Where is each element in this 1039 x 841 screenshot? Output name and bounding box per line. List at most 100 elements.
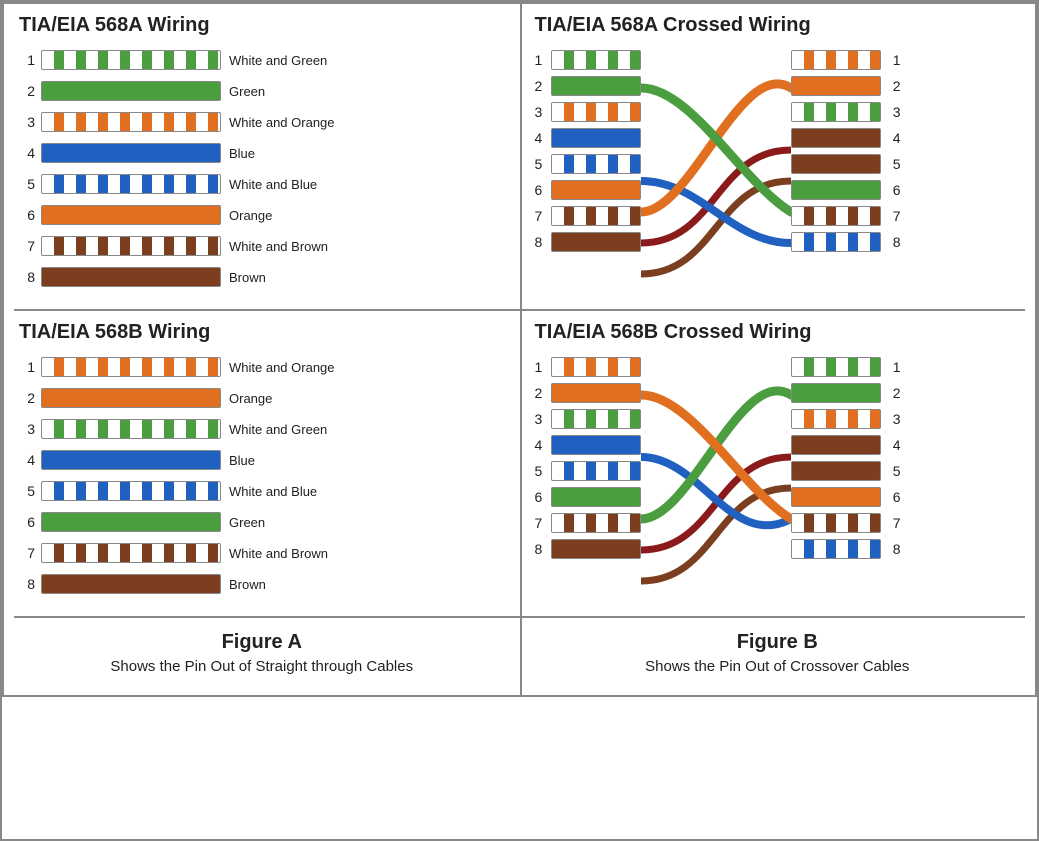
wire-bar: [551, 232, 641, 252]
wire-row: 5White and Blue: [19, 478, 505, 504]
crossed-right-col: 12345678: [791, 47, 901, 255]
pin-number: 3: [885, 411, 901, 427]
pin-number: 3: [885, 104, 901, 120]
crossed-pin-row: 8: [535, 229, 641, 255]
figure-a-desc: Shows the Pin Out of Straight through Ca…: [4, 658, 520, 685]
crossed-pin-row: 1: [535, 354, 641, 380]
section-568a-crossed: TIA/EIA 568A Crossed Wiring 123456781234…: [520, 4, 1036, 309]
section-568a-straight: TIA/EIA 568A Wiring 1White and Green2Gre…: [4, 4, 520, 309]
pin-number: 5: [885, 463, 901, 479]
wire-bar: [551, 102, 641, 122]
wire-bar: [791, 50, 881, 70]
pin-number: 6: [535, 182, 551, 198]
crossed-pin-row: 5: [535, 151, 641, 177]
section-568b-straight: TIA/EIA 568B Wiring 1White and Orange2Or…: [4, 311, 520, 616]
pin-number: 6: [885, 489, 901, 505]
wire-label: Orange: [229, 208, 272, 223]
pin-number: 6: [19, 514, 35, 530]
wire-row: 1 White and Orange: [19, 354, 505, 380]
wire-bar: [551, 206, 641, 226]
wire-row: 5 White and Blue: [19, 171, 505, 197]
crossed-pin-row: 5: [791, 458, 901, 484]
crossed-pin-row: 4: [791, 125, 901, 151]
wire-label: White and Green: [229, 422, 327, 437]
crossed-pin-row: 6: [791, 484, 901, 510]
wire-bar: [551, 461, 641, 481]
wire-bar: [791, 180, 881, 200]
crossover-svg: [641, 47, 791, 299]
title-568b-crossed: TIA/EIA 568B Crossed Wiring: [535, 321, 1021, 344]
crossed-pin-row: 2: [791, 380, 901, 406]
wire-bar: [551, 50, 641, 70]
wire-bar: [41, 267, 221, 287]
wire-label: White and Orange: [229, 115, 335, 130]
pin-number: 1: [19, 359, 35, 375]
pin-number: 5: [535, 156, 551, 172]
crossed-pin-row: 4: [535, 432, 641, 458]
crossed-left-col: 1 2 3 4 5 6 78: [535, 47, 641, 255]
pin-number: 1: [19, 52, 35, 68]
pin-number: 4: [19, 452, 35, 468]
wire-bar: [41, 174, 221, 194]
wire-row: 2Green: [19, 78, 505, 104]
pin-number: 8: [19, 269, 35, 285]
crossover-svg: [641, 354, 791, 606]
pin-number: 5: [19, 483, 35, 499]
wire-bar: [791, 154, 881, 174]
wire-bar: [791, 383, 881, 403]
figure-b-desc: Shows the Pin Out of Crossover Cables: [520, 658, 1036, 685]
pin-number: 2: [535, 385, 551, 401]
wire-label: White and Orange: [229, 360, 335, 375]
crossed-pin-row: 5: [535, 458, 641, 484]
wire-row: 6 Orange: [19, 202, 505, 228]
wire-row: 8Brown: [19, 571, 505, 597]
pin-number: 4: [885, 437, 901, 453]
pin-number: 2: [19, 390, 35, 406]
figure-b-label: Figure B: [520, 623, 1036, 658]
crossed-right-col: 12345678: [791, 354, 901, 562]
pin-number: 5: [535, 463, 551, 479]
wire-bar: [41, 112, 221, 132]
pin-number: 7: [885, 515, 901, 531]
crossed-pin-row: 7: [535, 203, 641, 229]
pin-number: 8: [885, 234, 901, 250]
wire-bar: [41, 50, 221, 70]
section-568b-crossed: TIA/EIA 568B Crossed Wiring 123456781234…: [520, 311, 1036, 616]
wire-bar: [791, 102, 881, 122]
wire-bar: [791, 487, 881, 507]
pin-number: 7: [19, 238, 35, 254]
crossed-568b: 1234567812345678: [535, 354, 1021, 606]
wire-bar: [41, 388, 221, 408]
wire-label: Green: [229, 515, 265, 530]
pin-number: 3: [535, 104, 551, 120]
pin-number: 4: [885, 130, 901, 146]
pin-number: 4: [19, 145, 35, 161]
pin-number: 1: [535, 52, 551, 68]
crossed-pin-row: 6: [535, 177, 641, 203]
wire-bar: [791, 128, 881, 148]
wire-label: Blue: [229, 453, 255, 468]
wire-bar: [41, 236, 221, 256]
pin-number: 4: [535, 130, 551, 146]
crossed-pin-row: 3: [791, 99, 901, 125]
pin-number: 7: [535, 515, 551, 531]
pin-number: 5: [19, 176, 35, 192]
pin-number: 1: [535, 359, 551, 375]
crossed-pin-row: 3: [535, 99, 641, 125]
pin-number: 1: [885, 359, 901, 375]
wire-row: 4 Blue: [19, 447, 505, 473]
crossed-pin-row: 8: [791, 229, 901, 255]
wire-row: 8Brown: [19, 264, 505, 290]
crossed-pin-row: 2: [535, 73, 641, 99]
crossed-pin-row: 7: [535, 510, 641, 536]
pin-number: 6: [19, 207, 35, 223]
wire-bar: [41, 143, 221, 163]
figure-a: Figure A Shows the Pin Out of Straight t…: [4, 618, 520, 695]
wire-label: White and Blue: [229, 177, 317, 192]
pin-number: 6: [535, 489, 551, 505]
wire-bar: [791, 539, 881, 559]
wire-bar: [551, 357, 641, 377]
wire-bar: [791, 435, 881, 455]
crossed-pin-row: 1: [535, 47, 641, 73]
wire-bar: [791, 232, 881, 252]
